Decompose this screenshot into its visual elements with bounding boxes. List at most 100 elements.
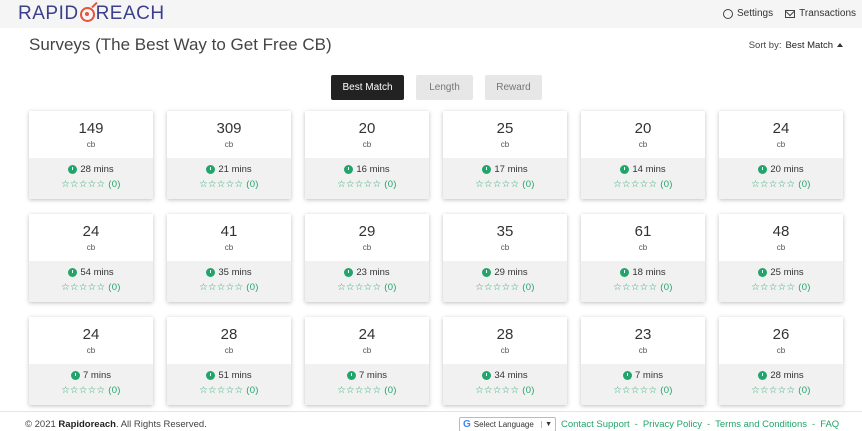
survey-reward: 29 cb xyxy=(305,214,429,261)
survey-card[interactable]: 24 cb 7 mins ☆☆☆☆☆ (0) xyxy=(305,317,429,405)
survey-unit: cb xyxy=(224,346,234,355)
clock-icon xyxy=(206,165,216,174)
survey-amount: 24 xyxy=(772,120,790,137)
survey-reward: 28 cb xyxy=(167,317,291,364)
survey-time-label: 14 mins xyxy=(632,164,666,175)
sort-by-dropdown[interactable]: Sort by: Best Match xyxy=(749,40,843,51)
survey-card[interactable]: 29 cb 23 mins ☆☆☆☆☆ (0) xyxy=(305,214,429,302)
survey-time: 16 mins xyxy=(305,164,429,175)
survey-meta: 14 mins ☆☆☆☆☆ (0) xyxy=(581,158,705,199)
survey-card[interactable]: 20 cb 14 mins ☆☆☆☆☆ (0) xyxy=(581,111,705,199)
survey-time-label: 23 mins xyxy=(356,267,390,278)
contact-support-link[interactable]: Contact Support xyxy=(561,419,630,430)
survey-unit: cb xyxy=(638,243,648,252)
survey-card[interactable]: 35 cb 29 mins ☆☆☆☆☆ (0) xyxy=(443,214,567,302)
survey-card[interactable]: 309 cb 21 mins ☆☆☆☆☆ (0) xyxy=(167,111,291,199)
transactions-link[interactable]: Transactions xyxy=(785,8,856,19)
survey-card[interactable]: 24 cb 54 mins ☆☆☆☆☆ (0) xyxy=(29,214,153,302)
separator: - xyxy=(706,419,711,430)
faq-link[interactable]: FAQ xyxy=(820,419,839,430)
survey-unit: cb xyxy=(500,140,510,149)
survey-unit: cb xyxy=(500,243,510,252)
survey-card[interactable]: 28 cb 51 mins ☆☆☆☆☆ (0) xyxy=(167,317,291,405)
survey-meta: 7 mins ☆☆☆☆☆ (0) xyxy=(29,364,153,405)
survey-time: 51 mins xyxy=(167,370,291,381)
copyright: © 2021 Rapidoreach. All Rights Reserved. xyxy=(25,419,207,430)
copyright-prefix: © 2021 xyxy=(25,419,56,430)
copyright-brand: Rapidoreach xyxy=(58,419,116,430)
survey-card[interactable]: 26 cb 28 mins ☆☆☆☆☆ (0) xyxy=(719,317,843,405)
survey-time: 7 mins xyxy=(305,370,429,381)
survey-time-label: 29 mins xyxy=(494,267,528,278)
clock-icon xyxy=(623,371,632,380)
survey-amount: 61 xyxy=(634,223,652,240)
survey-time: 18 mins xyxy=(581,267,705,278)
survey-rating: ☆☆☆☆☆ (0) xyxy=(751,179,811,190)
survey-rating: ☆☆☆☆☆ (0) xyxy=(337,179,397,190)
tab-reward[interactable]: Reward xyxy=(485,75,542,100)
survey-unit: cb xyxy=(86,140,96,149)
settings-link[interactable]: Settings xyxy=(722,8,773,19)
survey-card[interactable]: 24 cb 20 mins ☆☆☆☆☆ (0) xyxy=(719,111,843,199)
survey-meta: 28 mins ☆☆☆☆☆ (0) xyxy=(29,158,153,199)
survey-amount: 24 xyxy=(82,326,100,343)
footer: © 2021 Rapidoreach. All Rights Reserved.… xyxy=(0,411,862,431)
clock-icon xyxy=(347,371,356,380)
survey-rating: ☆☆☆☆☆ (0) xyxy=(751,282,811,293)
survey-card[interactable]: 149 cb 28 mins ☆☆☆☆☆ (0) xyxy=(29,111,153,199)
survey-time-label: 25 mins xyxy=(770,267,804,278)
survey-meta: 35 mins ☆☆☆☆☆ (0) xyxy=(167,261,291,302)
tab-length[interactable]: Length xyxy=(416,75,473,100)
clock-icon xyxy=(71,371,80,380)
terms-link[interactable]: Terms and Conditions xyxy=(715,419,807,430)
survey-card[interactable]: 25 cb 17 mins ☆☆☆☆☆ (0) xyxy=(443,111,567,199)
language-select[interactable]: G Select Language ▼ xyxy=(459,417,556,431)
survey-time-label: 28 mins xyxy=(770,370,804,381)
survey-amount: 28 xyxy=(496,326,514,343)
survey-reward: 24 cb xyxy=(29,214,153,261)
envelope-icon xyxy=(785,9,796,18)
survey-card[interactable]: 28 cb 34 mins ☆☆☆☆☆ (0) xyxy=(443,317,567,405)
survey-reward: 61 cb xyxy=(581,214,705,261)
survey-time: 28 mins xyxy=(29,164,153,175)
survey-amount: 20 xyxy=(358,120,376,137)
survey-time: 29 mins xyxy=(443,267,567,278)
caret-up-icon xyxy=(837,43,843,47)
survey-reward: 20 cb xyxy=(305,111,429,158)
survey-meta: 21 mins ☆☆☆☆☆ (0) xyxy=(167,158,291,199)
survey-card[interactable]: 41 cb 35 mins ☆☆☆☆☆ (0) xyxy=(167,214,291,302)
survey-rating: ☆☆☆☆☆ (0) xyxy=(475,385,535,396)
gear-icon xyxy=(722,8,733,19)
survey-card[interactable]: 24 cb 7 mins ☆☆☆☆☆ (0) xyxy=(29,317,153,405)
survey-card[interactable]: 20 cb 16 mins ☆☆☆☆☆ (0) xyxy=(305,111,429,199)
tab-best-match[interactable]: Best Match xyxy=(331,75,404,100)
survey-rating: ☆☆☆☆☆ (0) xyxy=(61,385,121,396)
survey-amount: 149 xyxy=(78,120,104,137)
privacy-policy-link[interactable]: Privacy Policy xyxy=(643,419,702,430)
survey-time: 54 mins xyxy=(29,267,153,278)
survey-time: 21 mins xyxy=(167,164,291,175)
sort-by-label: Sort by: xyxy=(748,40,782,51)
survey-meta: 18 mins ☆☆☆☆☆ (0) xyxy=(581,261,705,302)
survey-time-label: 20 mins xyxy=(770,164,804,175)
survey-amount: 24 xyxy=(82,223,100,240)
survey-card[interactable]: 23 cb 7 mins ☆☆☆☆☆ (0) xyxy=(581,317,705,405)
survey-meta: 16 mins ☆☆☆☆☆ (0) xyxy=(305,158,429,199)
survey-time-label: 7 mins xyxy=(83,370,111,381)
brand-logo[interactable]: RAPID REACH xyxy=(18,3,165,25)
survey-amount: 41 xyxy=(220,223,238,240)
survey-grid: 149 cb 28 mins ☆☆☆☆☆ (0) 309 cb 21 mins ☆☆☆☆☆ (… xyxy=(29,111,843,405)
survey-card[interactable]: 48 cb 25 mins ☆☆☆☆☆ (0) xyxy=(719,214,843,302)
survey-time-label: 18 mins xyxy=(632,267,666,278)
survey-time: 35 mins xyxy=(167,267,291,278)
survey-meta: 23 mins ☆☆☆☆☆ (0) xyxy=(305,261,429,302)
survey-time: 20 mins xyxy=(719,164,843,175)
survey-time: 28 mins xyxy=(719,370,843,381)
survey-rating: ☆☆☆☆☆ (0) xyxy=(613,179,673,190)
clock-icon xyxy=(344,268,354,277)
survey-time: 7 mins xyxy=(29,370,153,381)
survey-rating: ☆☆☆☆☆ (0) xyxy=(751,385,811,396)
clock-icon xyxy=(68,165,78,174)
survey-card[interactable]: 61 cb 18 mins ☆☆☆☆☆ (0) xyxy=(581,214,705,302)
survey-rating: ☆☆☆☆☆ (0) xyxy=(475,179,535,190)
